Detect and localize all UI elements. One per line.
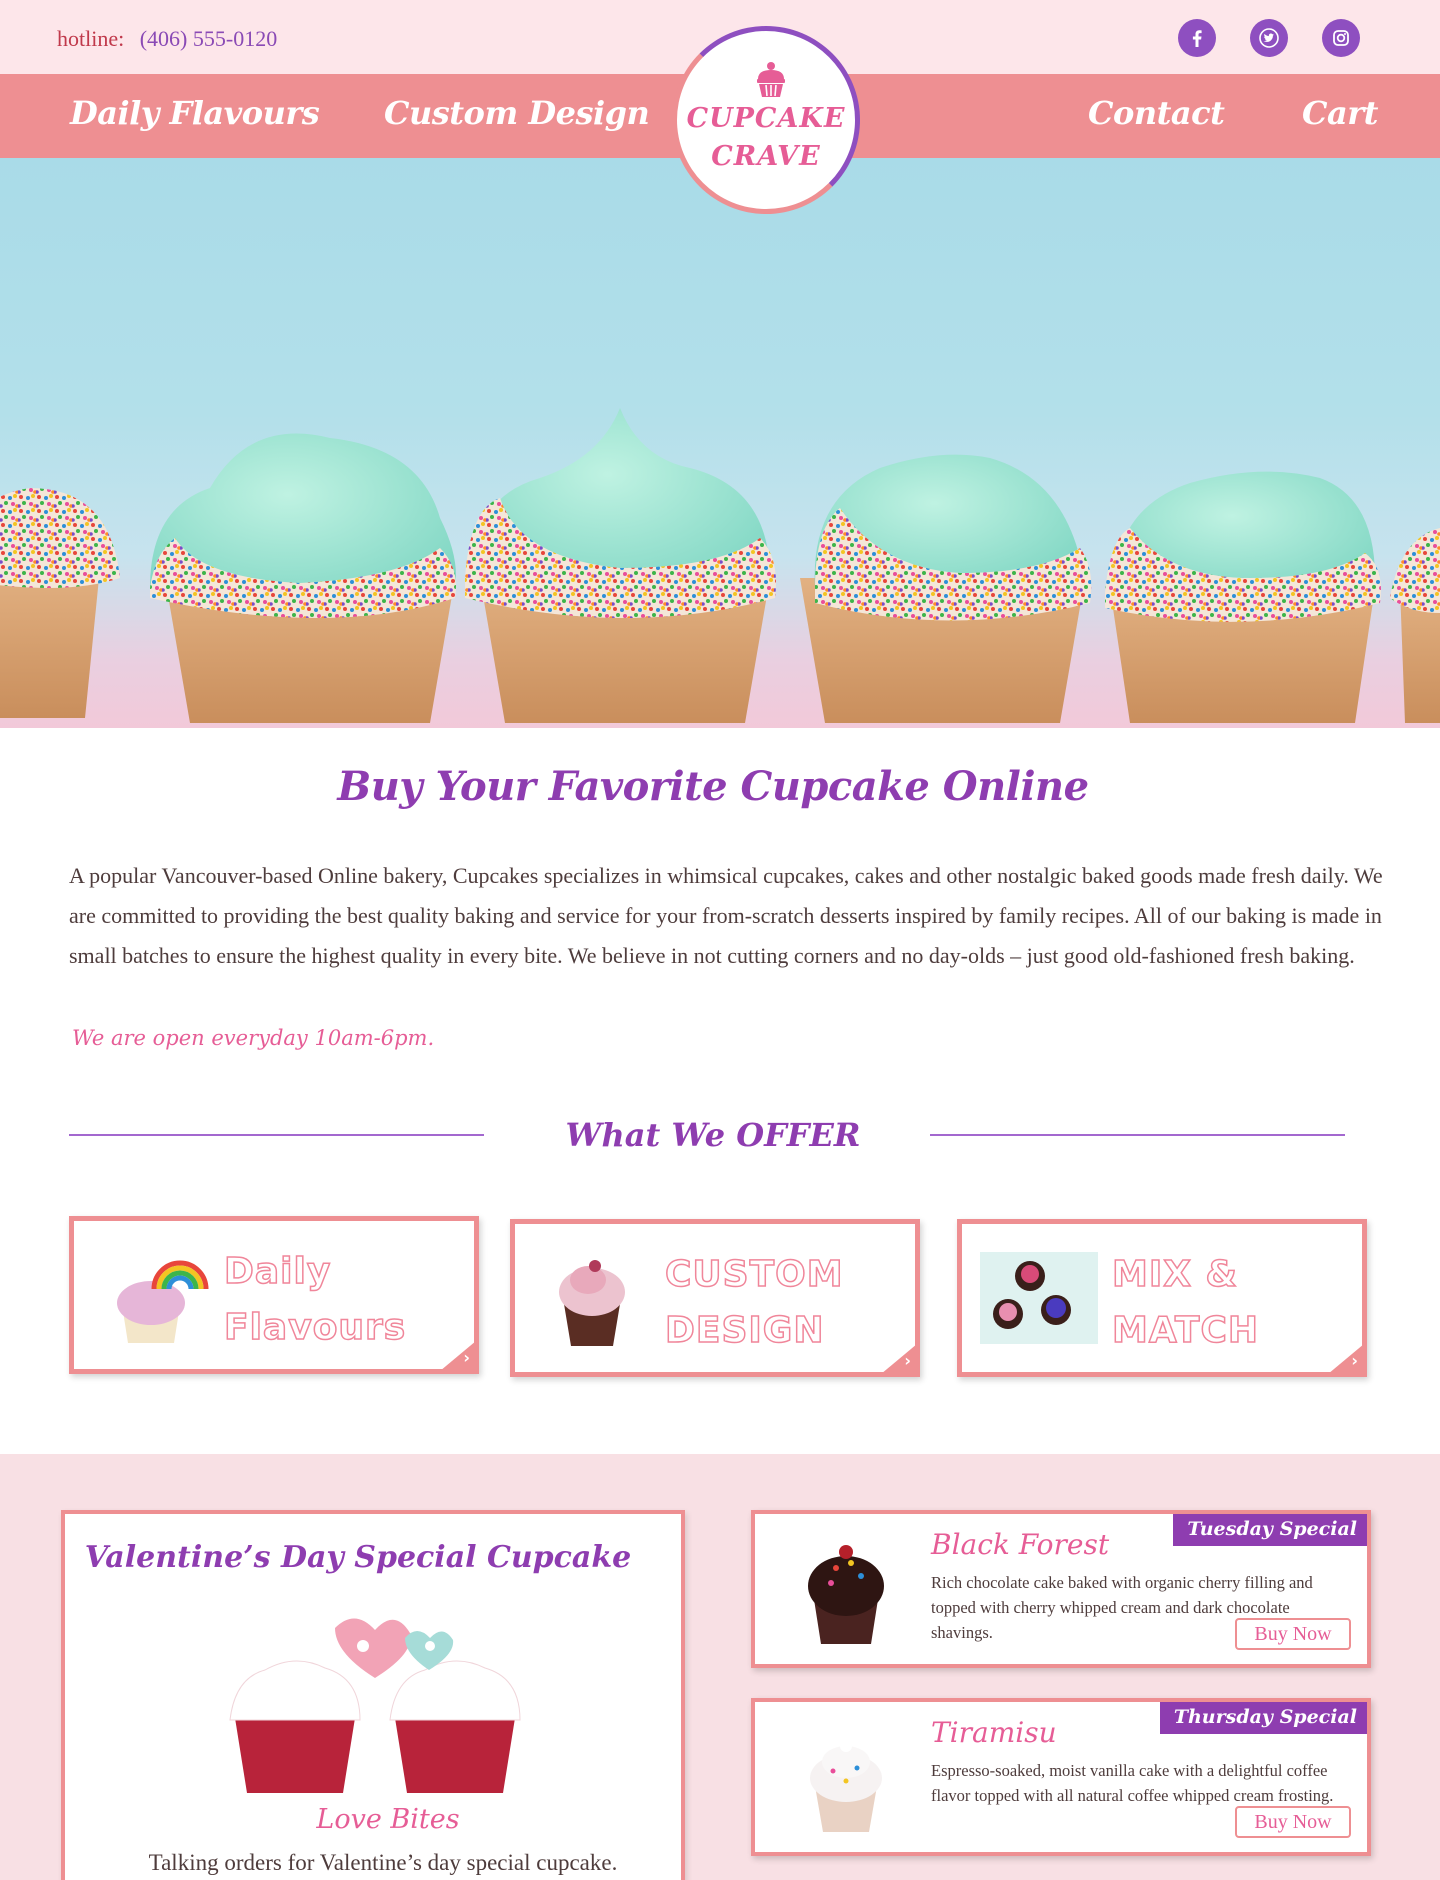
- special-description: Espresso-soaked, moist vanilla cake with…: [931, 1761, 1334, 1805]
- nav-custom-design[interactable]: Custom Design: [384, 94, 650, 132]
- hotline: hotline: (406) 555-0120: [57, 26, 277, 52]
- valentine-description: Talking orders for Valentine’s day speci…: [148, 1850, 618, 1875]
- site-logo[interactable]: CUPCAKE CRAVE: [672, 26, 860, 214]
- black-forest-cupcake-image: [808, 1545, 884, 1644]
- buy-now-button[interactable]: Buy Now: [1235, 1806, 1351, 1838]
- valentine-card: Valentine’s Day Special Cupcake Love Bit…: [61, 1510, 685, 1880]
- instagram-icon[interactable]: [1322, 19, 1360, 57]
- special-card-black-forest: Black Forest Rich chocolate cake baked w…: [751, 1510, 1371, 1668]
- nav-daily-flavours[interactable]: Daily Flavours: [70, 94, 320, 132]
- offer-label-1: CUSTOM: [664, 1253, 844, 1296]
- offer-label-2: Flavours: [223, 1306, 407, 1349]
- mix-cupcakes-image: [980, 1252, 1098, 1344]
- special-card-tiramisu: Tiramisu Espresso-soaked, moist vanilla …: [751, 1698, 1371, 1856]
- hotline-number[interactable]: (406) 555-0120: [140, 26, 277, 51]
- special-name: Tiramisu: [931, 1716, 1057, 1749]
- offer-card-mix-match[interactable]: MIX & MATCH ›: [957, 1219, 1367, 1377]
- special-badge: Thursday Special: [1159, 1702, 1367, 1734]
- offer-title: What We OFFER: [565, 1116, 861, 1154]
- valentine-product-name: Love Bites: [316, 1804, 460, 1835]
- valentine-title: Valentine’s Day Special Cupcake: [84, 1540, 632, 1575]
- offer-label-1: Daily: [223, 1250, 332, 1293]
- twitter-icon[interactable]: [1250, 19, 1288, 57]
- special-name: Black Forest: [931, 1528, 1110, 1561]
- hero-cupcakes: [0, 408, 1440, 723]
- tiramisu-cupcake-image: [810, 1740, 882, 1832]
- chevron-right-icon: ›: [904, 1351, 911, 1370]
- buy-now-button[interactable]: Buy Now: [1235, 1618, 1351, 1650]
- hero-image: [0, 158, 1440, 728]
- rainbow-cupcake-image: [117, 1260, 209, 1343]
- valentine-cupcakes-image: [229, 1618, 521, 1793]
- offer-label-2: DESIGN: [664, 1309, 825, 1352]
- social-links: [1178, 19, 1360, 57]
- chevron-right-icon: ›: [463, 1348, 470, 1367]
- facebook-icon[interactable]: [1178, 19, 1216, 57]
- cupcake-icon: [757, 62, 785, 97]
- nav-cart[interactable]: Cart: [1302, 94, 1378, 132]
- logo-line-1: CUPCAKE: [686, 103, 846, 134]
- offer-label-1: MIX &: [1111, 1253, 1238, 1296]
- offer-card-daily-flavours[interactable]: Daily Flavours ›: [69, 1216, 479, 1374]
- special-badge: Tuesday Special: [1173, 1514, 1367, 1546]
- chocolate-cupcake-image: [559, 1260, 625, 1346]
- card-corner: [1328, 1344, 1362, 1372]
- hotline-label: hotline:: [57, 26, 125, 51]
- opening-hours: We are open everyday 10am-6pm.: [72, 1026, 435, 1050]
- card-corner: [881, 1344, 915, 1372]
- intro-text: A popular Vancouver-based Online bakery,…: [69, 863, 1383, 968]
- offer-card-custom-design[interactable]: CUSTOM DESIGN ›: [510, 1219, 920, 1377]
- nav-contact[interactable]: Contact: [1088, 94, 1225, 132]
- chevron-right-icon: ›: [1351, 1351, 1358, 1370]
- offer-label-2: MATCH: [1111, 1309, 1259, 1352]
- intro-title: Buy Your Favorite Cupcake Online: [337, 763, 1089, 810]
- card-corner: [440, 1341, 474, 1369]
- logo-line-2: CRAVE: [711, 141, 821, 172]
